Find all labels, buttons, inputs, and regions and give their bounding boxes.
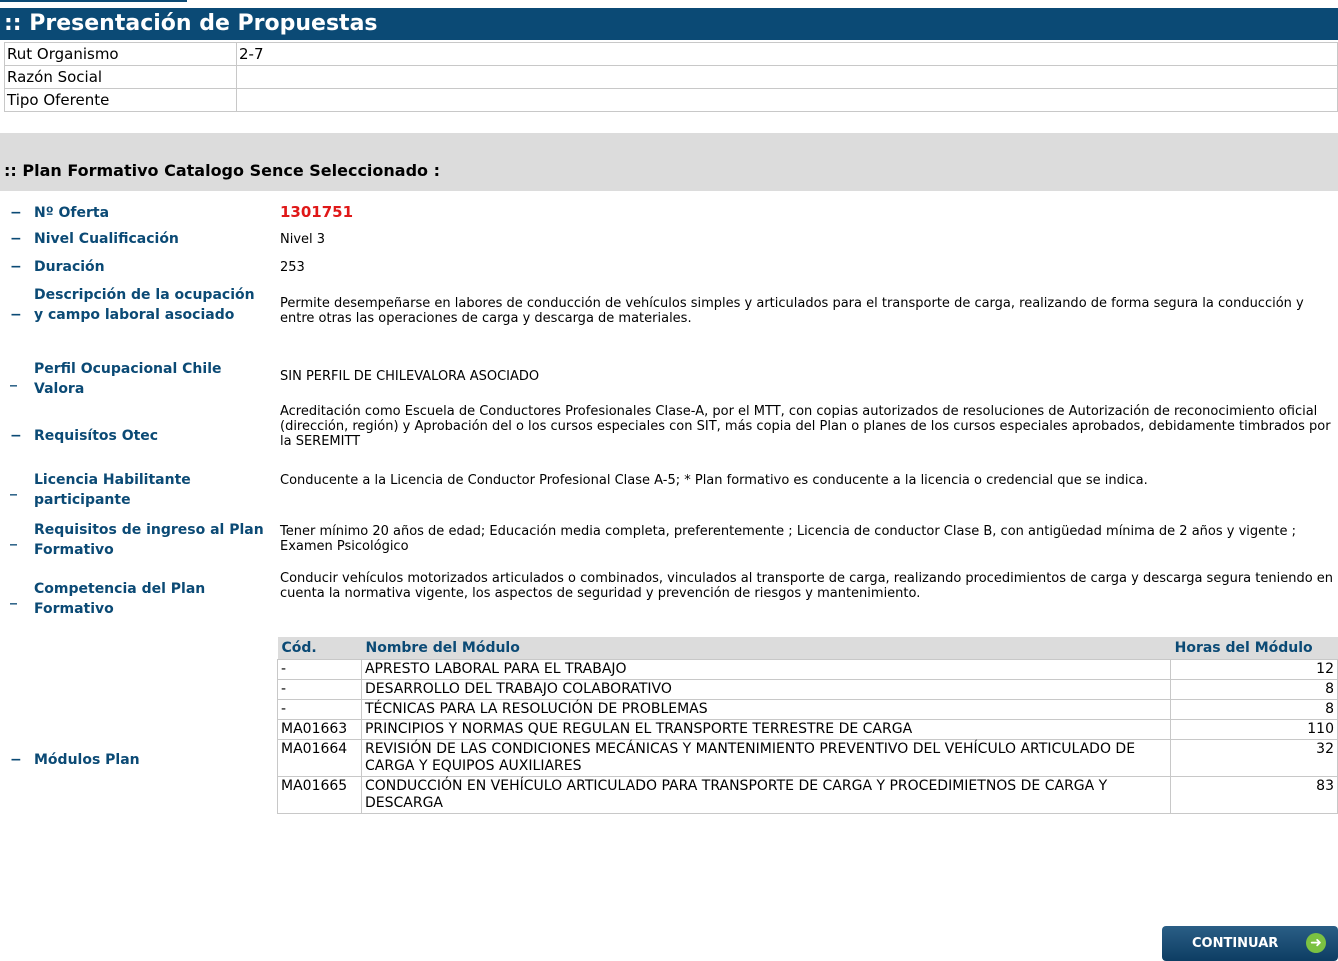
modules-table: Cód. Nombre del Módulo Horas del Módulo …: [277, 637, 1338, 814]
module-cod: -: [277, 699, 362, 720]
dash-icon: _: [10, 530, 17, 546]
dash-icon: _: [10, 371, 17, 387]
table-header-row: Cód. Nombre del Módulo Horas del Módulo: [277, 637, 1338, 660]
dash-icon: −: [10, 231, 22, 247]
module-horas: 110: [1170, 719, 1338, 740]
module-cod: MA01664: [277, 739, 362, 777]
razon-social-value: [236, 65, 1338, 89]
table-row: Razón Social: [4, 65, 1338, 89]
dash-icon: −: [10, 307, 22, 323]
module-nombre: REVISIÓN DE LAS CONDICIONES MECÁNICAS Y …: [360, 739, 1172, 777]
page-title: :: Presentación de Propuestas: [0, 8, 1338, 40]
module-nombre: APRESTO LABORAL PARA EL TRABAJO: [360, 659, 1172, 680]
table-row: MA01665 CONDUCCIÓN EN VEHÍCULO ARTICULAD…: [277, 776, 1338, 814]
oferta-value: 1301751: [280, 203, 354, 221]
module-cod: -: [277, 659, 362, 680]
table-row: MA01663 PRINCIPIOS Y NORMAS QUE REGULAN …: [277, 719, 1338, 740]
tipo-oferente-label: Tipo Oferente: [4, 88, 237, 112]
module-horas: 12: [1170, 659, 1338, 680]
module-horas: 83: [1170, 776, 1338, 814]
module-horas: 8: [1170, 699, 1338, 720]
razon-social-label: Razón Social: [4, 65, 237, 89]
dash-icon: −: [10, 259, 22, 275]
module-cod: MA01665: [277, 776, 362, 814]
dash-icon: −: [10, 428, 22, 444]
ingreso-value: Tener mínimo 20 años de edad; Educación …: [280, 524, 1296, 554]
section-header: :: Plan Formativo Catalogo Sence Selecci…: [0, 133, 1338, 191]
table-row: - TÉCNICAS PARA LA RESOLUCIÓN DE PROBLEM…: [277, 699, 1338, 720]
rut-value: 2-7: [236, 42, 1338, 66]
horas-header: Horas del Módulo: [1170, 637, 1338, 660]
perfil-value: SIN PERFIL DE CHILEVALORA ASOCIADO: [280, 369, 540, 384]
requisitos-otec-value: Acreditación como Escuela de Conductores…: [280, 404, 1331, 449]
dash-icon: _: [10, 589, 17, 605]
arrow-right-circle-icon: ➜: [1306, 933, 1326, 953]
module-horas: 8: [1170, 679, 1338, 700]
cod-header: Cód.: [277, 637, 362, 660]
competencia-value: Conducir vehículos motorizados articulad…: [280, 571, 1334, 601]
table-row: - DESARROLLO DEL TRABAJO COLABORATIVO 8: [277, 679, 1338, 700]
module-cod: -: [277, 679, 362, 700]
module-nombre: TÉCNICAS PARA LA RESOLUCIÓN DE PROBLEMAS: [360, 699, 1172, 720]
dash-icon: −: [10, 205, 22, 221]
module-nombre: CONDUCCIÓN EN VEHÍCULO ARTICULADO PARA T…: [360, 776, 1172, 814]
duracion-value: 253: [280, 260, 305, 275]
tipo-oferente-value: [236, 88, 1338, 112]
table-row: - APRESTO LABORAL PARA EL TRABAJO 12: [277, 659, 1338, 680]
nombre-header: Nombre del Módulo: [361, 637, 1171, 660]
module-nombre: DESARROLLO DEL TRABAJO COLABORATIVO: [360, 679, 1172, 700]
table-row: MA01664 REVISIÓN DE LAS CONDICIONES MECÁ…: [277, 739, 1338, 777]
dash-icon: −: [10, 752, 22, 768]
rut-label: Rut Organismo: [4, 42, 237, 66]
module-nombre: PRINCIPIOS Y NORMAS QUE REGULAN EL TRANS…: [360, 719, 1172, 740]
dash-icon: _: [10, 480, 17, 496]
table-row: Rut Organismo 2-7: [4, 42, 1338, 66]
module-horas: 32: [1170, 739, 1338, 777]
organismo-table: Rut Organismo 2-7 Razón Social Tipo Ofer…: [4, 42, 1338, 112]
descripcion-value: Permite desempeñarse en labores de condu…: [280, 296, 1304, 326]
nivel-value: Nivel 3: [280, 232, 326, 247]
continuar-button[interactable]: CONTINUAR ➜: [1162, 926, 1338, 961]
table-row: Tipo Oferente: [4, 88, 1338, 112]
licencia-value: Conducente a la Licencia de Conductor Pr…: [280, 473, 1148, 488]
module-cod: MA01663: [277, 719, 362, 740]
continuar-label: CONTINUAR: [1192, 936, 1279, 951]
top-border: [0, 0, 187, 2]
